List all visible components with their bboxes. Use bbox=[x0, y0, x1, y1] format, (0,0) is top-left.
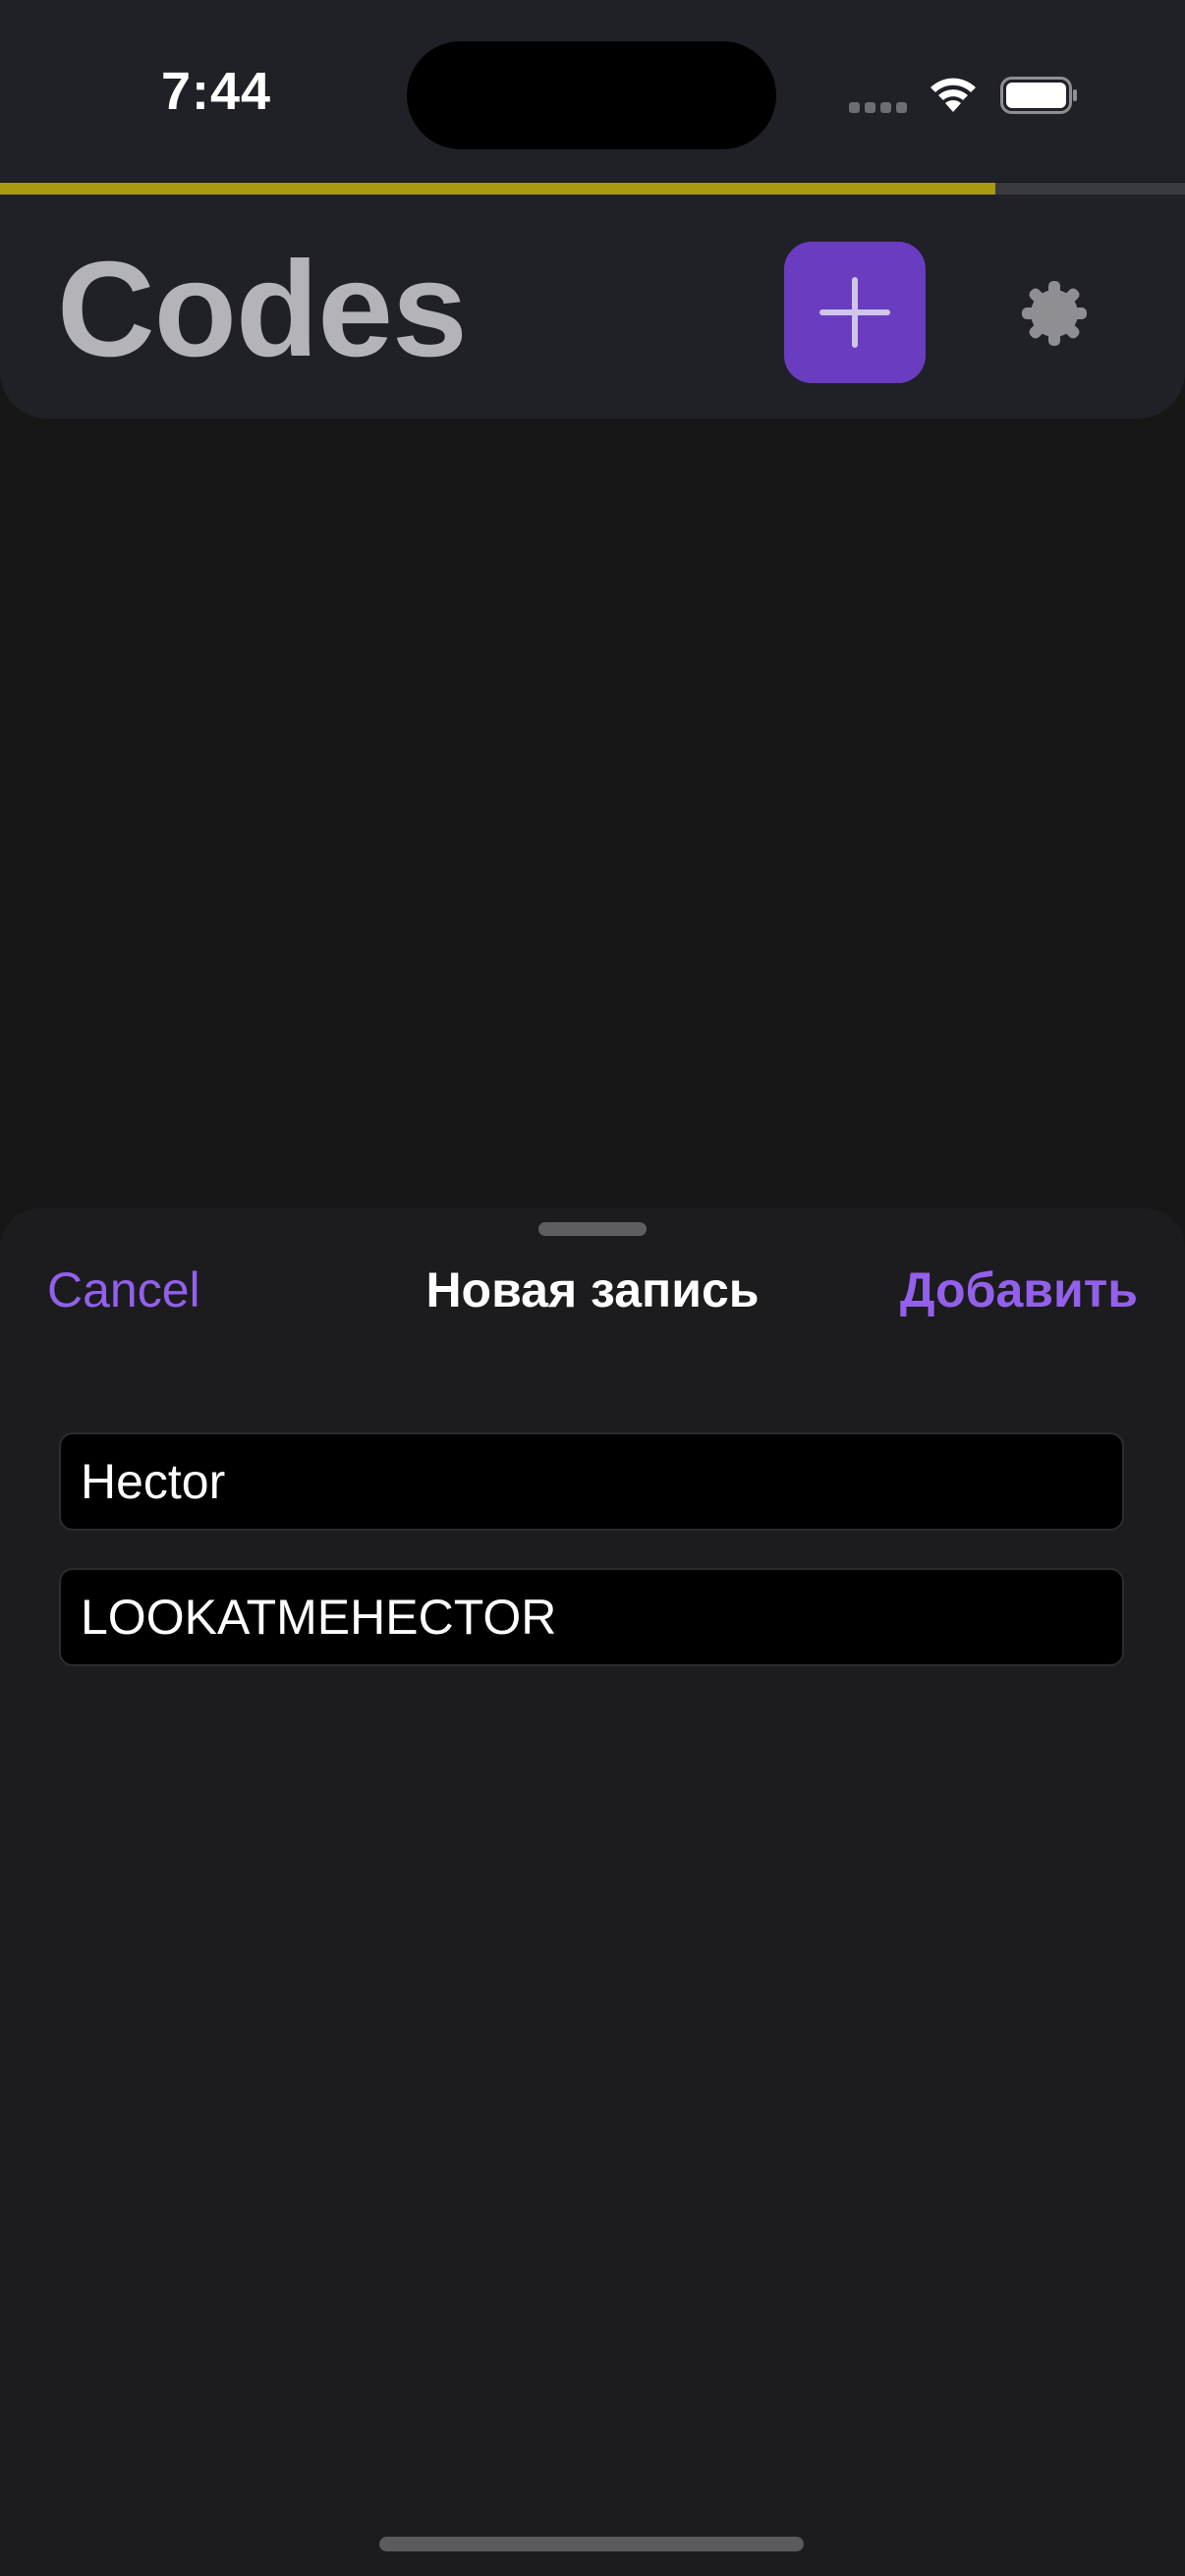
gear-icon[interactable] bbox=[1020, 279, 1089, 348]
plus-icon bbox=[819, 277, 890, 348]
name-field[interactable] bbox=[59, 1432, 1124, 1531]
home-indicator bbox=[379, 2537, 804, 2551]
dynamic-island bbox=[407, 41, 776, 149]
secret-key-field[interactable] bbox=[59, 1568, 1124, 1666]
sheet-title: Новая запись bbox=[425, 1262, 760, 1317]
app-screen: 7:44 Codes Cancel Новая запись Добавить … bbox=[0, 0, 1185, 2576]
new-entry-sheet: Cancel Новая запись Добавить bbox=[0, 1208, 1185, 2576]
add-button[interactable] bbox=[784, 242, 926, 383]
sheet-grabber[interactable] bbox=[538, 1222, 647, 1236]
wifi-icon bbox=[931, 78, 976, 112]
code-timer-progress bbox=[0, 183, 1185, 195]
status-time: 7:44 bbox=[160, 62, 272, 121]
code-timer-progress-fill bbox=[0, 183, 996, 195]
page-title: Codes bbox=[57, 234, 468, 385]
cellular-dots-icon bbox=[849, 102, 908, 114]
battery-full-icon bbox=[1000, 77, 1077, 114]
cancel-button[interactable]: Cancel bbox=[47, 1261, 200, 1318]
header: Codes bbox=[0, 195, 1185, 419]
add-entry-button[interactable]: Добавить bbox=[900, 1261, 1138, 1318]
status-bar: 7:44 bbox=[0, 0, 1185, 182]
